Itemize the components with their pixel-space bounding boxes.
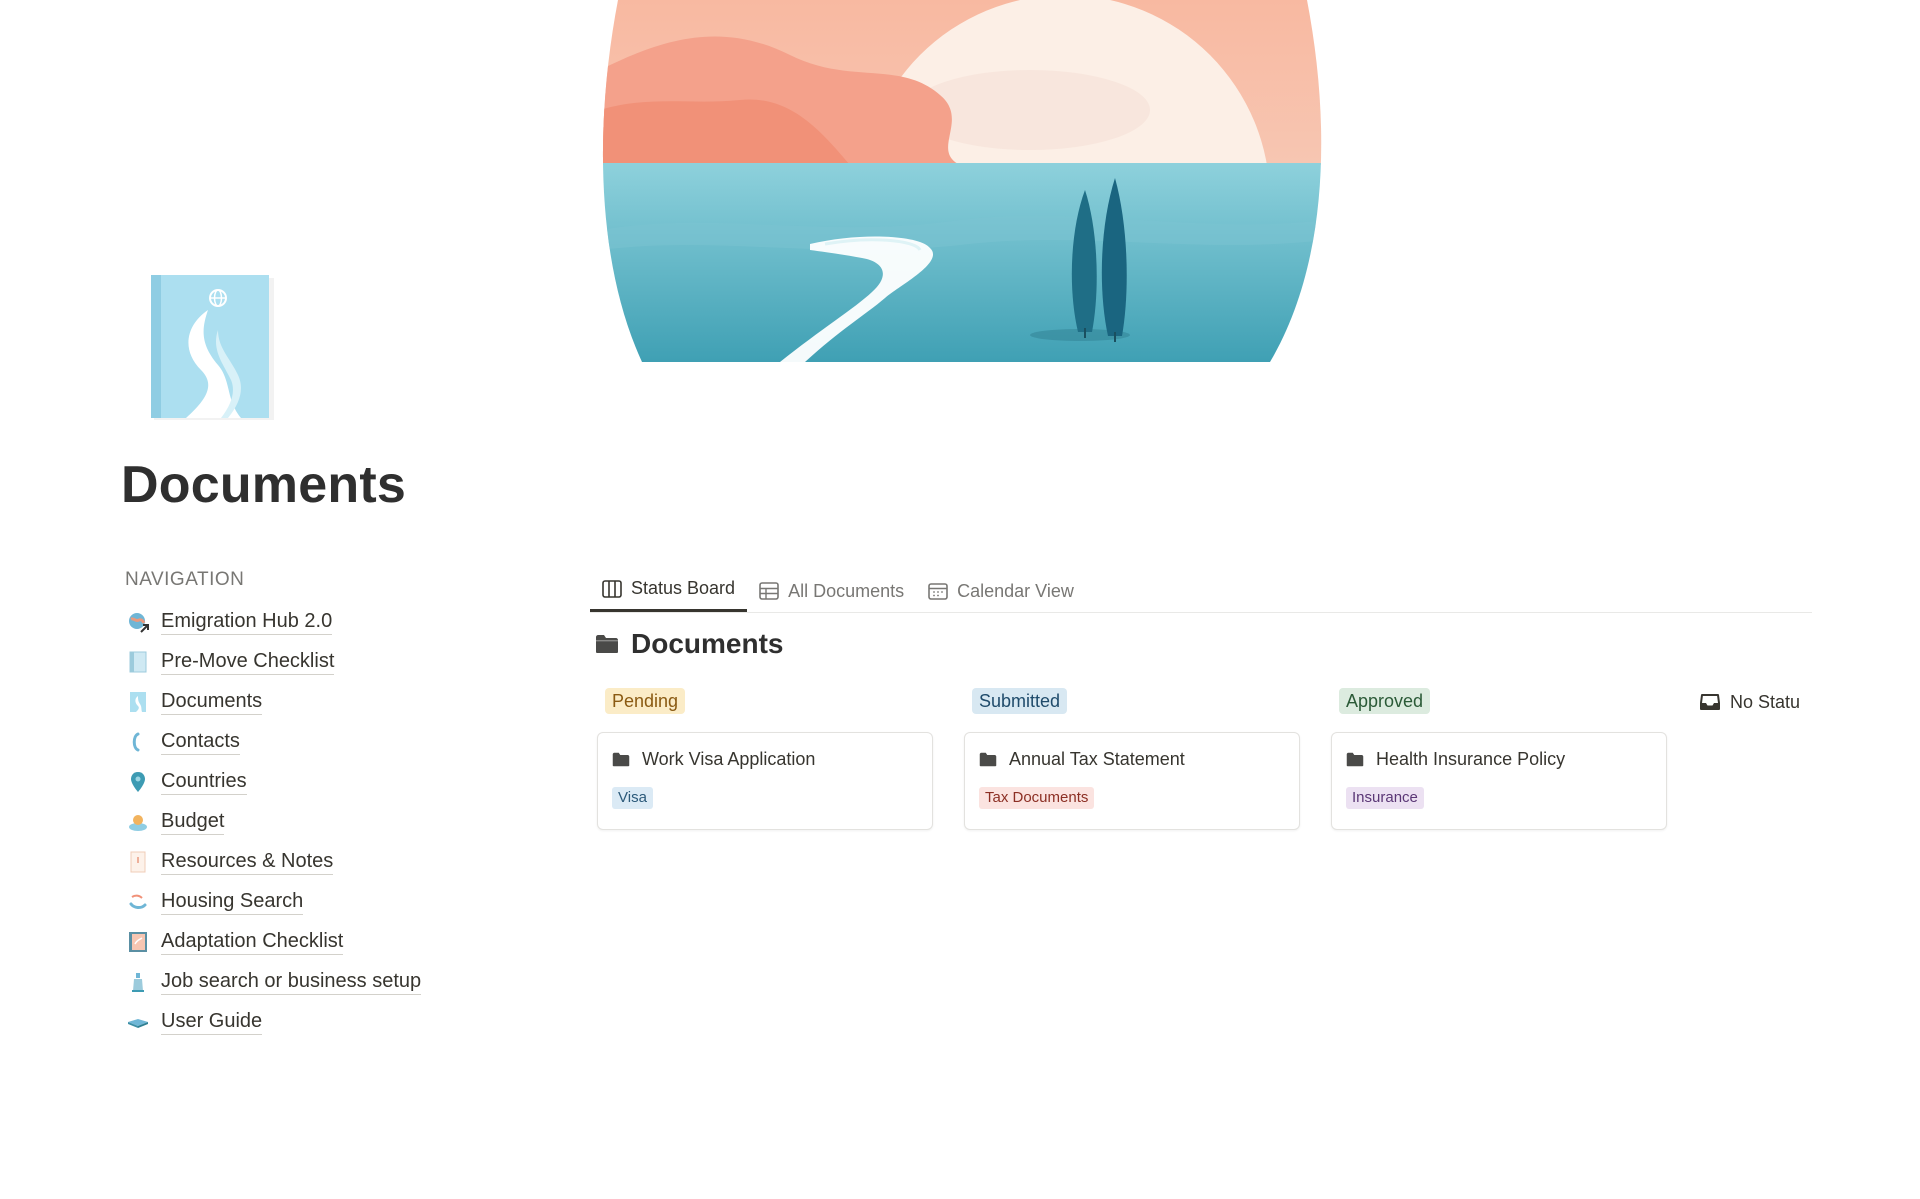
nav-item-pre-move-checklist[interactable]: Pre-Move Checklist <box>125 642 525 682</box>
nav-item-label: Documents <box>161 689 263 715</box>
open-book-icon <box>125 1009 151 1035</box>
bottle-icon <box>125 969 151 995</box>
checklist-book-icon <box>125 929 151 955</box>
nav-item-job-search[interactable]: Job search or business setup <box>125 962 525 1002</box>
folder-icon <box>596 635 618 653</box>
page-title: Documents <box>121 456 406 514</box>
board-column-approved: Approved Health Insurance Policy Insuran… <box>1331 688 1669 830</box>
navigation-heading: NAVIGATION <box>125 569 245 590</box>
nav-item-contacts[interactable]: Contacts <box>125 722 525 762</box>
inbox-icon <box>1700 694 1720 710</box>
column-header[interactable]: Pending <box>605 688 935 716</box>
map-pin-icon <box>125 769 151 795</box>
card-title: Work Visa Application <box>612 747 918 771</box>
nav-item-adaptation-checklist[interactable]: Adaptation Checklist <box>125 922 525 962</box>
card-title: Health Insurance Policy <box>1346 747 1652 771</box>
nav-item-label: Budget <box>161 809 225 835</box>
calendar-icon <box>928 583 948 600</box>
board-column-no-status[interactable]: No Statu <box>1700 688 1812 716</box>
database-title[interactable]: Documents <box>595 628 783 660</box>
nav-item-user-guide[interactable]: User Guide <box>125 1002 525 1042</box>
status-tag: Approved <box>1339 688 1431 714</box>
nav-item-label: Housing Search <box>161 889 304 915</box>
house-icon <box>125 889 151 915</box>
tab-label: Calendar View <box>957 580 1074 601</box>
status-tag: Submitted <box>972 688 1068 714</box>
board-card[interactable]: Health Insurance Policy Insurance <box>1331 732 1667 830</box>
tab-all-documents[interactable]: All Documents <box>747 570 916 612</box>
card-title-text: Annual Tax Statement <box>1009 748 1185 769</box>
nav-item-label: Adaptation Checklist <box>161 929 344 955</box>
tab-label: All Documents <box>788 580 905 601</box>
folder-icon <box>979 752 997 766</box>
nav-item-label: Contacts <box>161 729 240 755</box>
card-title-text: Work Visa Application <box>642 748 816 769</box>
board-icon <box>602 579 622 598</box>
column-header[interactable]: Approved <box>1339 688 1669 716</box>
board-column-submitted: Submitted Annual Tax Statement Tax Docum… <box>964 688 1302 830</box>
nav-item-housing-search[interactable]: Housing Search <box>125 882 525 922</box>
phone-icon <box>125 729 151 755</box>
cover-image <box>602 0 1322 362</box>
page: Documents NAVIGATION Emigration Hub 2.0 … <box>0 0 1920 1199</box>
page-icon <box>151 275 274 420</box>
category-tag: Visa <box>612 787 653 809</box>
nav-item-countries[interactable]: Countries <box>125 762 525 802</box>
nav-item-resources-notes[interactable]: Resources & Notes <box>125 842 525 882</box>
board-card[interactable]: Annual Tax Statement Tax Documents <box>964 732 1300 830</box>
coin-stack-icon <box>125 809 151 835</box>
nav-item-label: Pre-Move Checklist <box>161 649 335 675</box>
nav-item-documents[interactable]: Documents <box>125 682 525 722</box>
tab-calendar-view[interactable]: Calendar View <box>916 570 1086 612</box>
no-status-label: No Statu <box>1730 691 1801 712</box>
table-icon <box>759 582 779 600</box>
folder-icon <box>612 752 630 766</box>
tab-label: Status Board <box>631 578 736 598</box>
nav-item-budget[interactable]: Budget <box>125 802 525 842</box>
book-icon <box>125 649 151 675</box>
nav-item-label: Emigration Hub 2.0 <box>161 609 333 635</box>
path-book-icon <box>125 689 151 715</box>
view-tabs: Status Board All Documents Calendar View <box>590 568 1812 613</box>
nav-item-label: Countries <box>161 769 247 795</box>
folder-icon <box>1346 752 1364 766</box>
nav-item-emigration-hub[interactable]: Emigration Hub 2.0 <box>125 602 525 642</box>
nav-item-label: Resources & Notes <box>161 849 334 875</box>
database-title-text: Documents <box>631 628 784 659</box>
card-title-text: Health Insurance Policy <box>1376 748 1566 769</box>
category-tag: Insurance <box>1346 787 1424 809</box>
globe-link-icon <box>125 609 151 635</box>
card-title: Annual Tax Statement <box>979 747 1285 771</box>
notes-icon <box>125 849 151 875</box>
nav-item-label: User Guide <box>161 1009 263 1035</box>
nav-item-label: Job search or business setup <box>161 969 422 995</box>
board-column-pending: Pending Work Visa Application Visa <box>597 688 935 830</box>
board-card[interactable]: Work Visa Application Visa <box>597 732 933 830</box>
tab-status-board[interactable]: Status Board <box>590 568 748 612</box>
column-header[interactable]: Submitted <box>972 688 1302 716</box>
status-tag: Pending <box>605 688 686 714</box>
navigation-list: NAVIGATION Emigration Hub 2.0 Pre-Move C… <box>125 568 525 1042</box>
category-tag: Tax Documents <box>979 787 1095 809</box>
